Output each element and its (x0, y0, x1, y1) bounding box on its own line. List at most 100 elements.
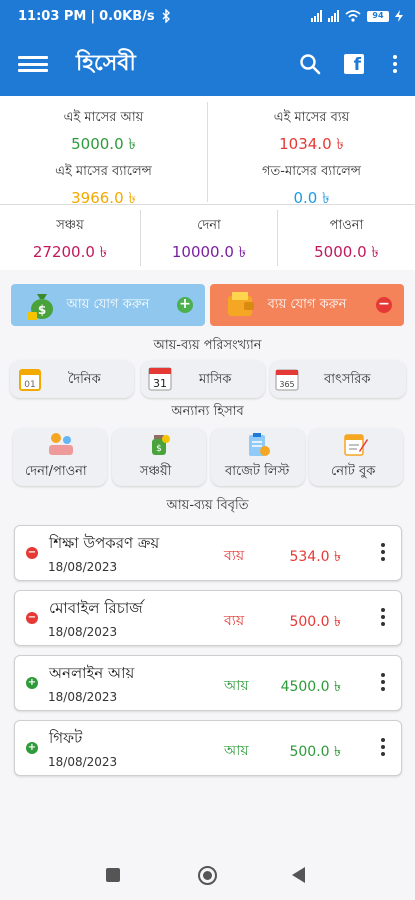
svg-text:$: $ (38, 303, 46, 317)
battery-icon: 94 (367, 10, 389, 22)
debt-button-label: দেনা/পাওনা (25, 464, 87, 479)
stats-title: আয়-ব্যয় পরিসংখ্যান (153, 338, 262, 353)
home-button[interactable] (198, 866, 217, 885)
signal-icon (311, 10, 322, 22)
menu-icon[interactable] (18, 54, 48, 74)
status-speed: 0.0KB/s (99, 8, 155, 24)
transaction-title: গিফট (49, 729, 83, 747)
plus-icon: + (26, 742, 38, 754)
signal-icon (328, 10, 339, 22)
more-vert-icon[interactable] (381, 608, 385, 626)
add-expense-button[interactable]: ব্যয় যোগ করুন − (210, 284, 404, 326)
yearly-label: বাৎসরিক (324, 372, 371, 387)
income-summary: এই মাসের আয় 5000.0 ৳ (0, 108, 207, 158)
transactions-title: আয়-ব্যয় বিবৃতি (166, 498, 249, 513)
minus-icon: − (26, 612, 38, 624)
transaction-date: 18/08/2023 (48, 690, 118, 704)
notebook-button-label: নোট বুক (331, 464, 376, 479)
budget-button[interactable]: বাজেট লিস্ট (211, 428, 305, 486)
debt-summary: দেনা 10000.0 ৳ (141, 216, 277, 266)
recents-button[interactable] (106, 868, 120, 882)
daily-label: দৈনিক (68, 372, 101, 387)
debt-label: দেনা (197, 218, 221, 233)
plus-icon: + (177, 297, 193, 313)
savings-value: 27200.0 ৳ (32, 243, 108, 261)
transaction-card[interactable]: − মোবাইল রিচার্জ 18/08/2023 ব্যয় 500.0 ৳ (14, 590, 402, 646)
monthly-label: মাসিক (199, 372, 232, 387)
home-icon (203, 871, 212, 880)
summary-panel: এই মাসের আয় 5000.0 ৳ এই মাসের ব্যয় 103… (0, 96, 415, 270)
charging-icon (395, 10, 403, 22)
budget-button-label: বাজেট লিস্ট (225, 464, 290, 479)
balance-label: এই মাসের ব্যালেন্স (55, 164, 152, 179)
add-income-label: আয় যোগ করুন (66, 296, 150, 312)
transaction-card[interactable]: + গিফট 18/08/2023 আয় 500.0 ৳ (14, 720, 402, 776)
calendar-day: 01 (24, 380, 35, 390)
prev-balance-value: 0.0 ৳ (293, 189, 330, 207)
add-expense-label: ব্যয় যোগ করুন (267, 296, 347, 312)
facebook-button[interactable]: f (341, 51, 367, 77)
clipboard-icon (249, 433, 270, 456)
other-title: অন্যান্য হিসাব (171, 404, 244, 419)
calendar-icon: 31 (148, 367, 172, 391)
calendar-month-day: 31 (153, 377, 167, 390)
transaction-type: আয় (224, 678, 249, 694)
prev-balance-summary: গত-মাসের ব্যালেন্স 0.0 ৳ (208, 162, 415, 212)
facebook-icon: f (344, 54, 364, 74)
system-nav-bar (0, 850, 415, 900)
handshake-icon (49, 433, 73, 455)
calendar-icon: 365 (275, 369, 299, 391)
notebook-button[interactable]: নোট বুক (309, 428, 403, 486)
calendar-year-day: 365 (279, 380, 294, 389)
add-income-button[interactable]: $ আয় যোগ করুন + (11, 284, 205, 326)
transaction-type: ব্যয় (224, 548, 245, 564)
wallet-icon (228, 292, 254, 316)
status-time: 11:03 PM (18, 8, 87, 24)
yearly-stats-button[interactable]: 365 বাৎসরিক (270, 360, 406, 398)
savings-button[interactable]: $ সঞ্চয়ী (112, 428, 206, 486)
prev-balance-label: গত-মাসের ব্যালেন্স (262, 164, 361, 179)
more-vert-icon[interactable] (381, 543, 385, 561)
transaction-type: ব্যয় (224, 613, 245, 629)
minus-icon: − (376, 297, 392, 313)
debt-value: 10000.0 ৳ (171, 243, 247, 261)
more-options-button[interactable] (385, 51, 405, 77)
transaction-date: 18/08/2023 (48, 625, 118, 639)
app-title: হিসেবী (76, 50, 136, 76)
transaction-card[interactable]: + অনলাইন আয় 18/08/2023 আয় 4500.0 ৳ (14, 655, 402, 711)
plus-icon: + (26, 677, 38, 689)
balance-summary: এই মাসের ব্যালেন্স 3966.0 ৳ (0, 162, 207, 212)
transaction-card[interactable]: − শিক্ষা উপকরণ ক্রয় 18/08/2023 ব্যয় 534.0 … (14, 525, 402, 581)
transaction-amount: 534.0 ৳ (289, 549, 341, 565)
transaction-date: 18/08/2023 (48, 755, 118, 769)
search-button[interactable] (297, 51, 323, 77)
app-bar: হিসেবী f (0, 32, 415, 96)
money-bag-icon: $ (27, 294, 53, 320)
savings-summary: সঞ্চয় 27200.0 ৳ (0, 216, 140, 266)
expense-value: 1034.0 ৳ (279, 135, 344, 153)
income-value: 5000.0 ৳ (71, 135, 136, 153)
income-label: এই মাসের আয় (63, 110, 144, 125)
more-vert-icon[interactable] (381, 673, 385, 691)
savings-button-label: সঞ্চয়ী (140, 464, 172, 479)
transaction-title: শিক্ষা উপকরণ ক্রয় (49, 534, 160, 552)
transaction-type: আয় (224, 743, 249, 759)
transaction-amount: 4500.0 ৳ (280, 679, 341, 695)
receivable-value: 5000.0 ৳ (314, 243, 379, 261)
bluetooth-off-icon (162, 9, 170, 23)
monthly-stats-button[interactable]: 31 মাসিক (141, 360, 265, 398)
savings-jar-icon: $ (152, 435, 170, 455)
more-vert-icon (393, 55, 397, 73)
status-bar: 11:03 PM | 0.0KB/s 94 (0, 0, 415, 32)
debt-button[interactable]: দেনা/পাওনা (13, 428, 107, 486)
transaction-title: অনলাইন আয় (49, 664, 135, 682)
search-icon (300, 54, 321, 75)
svg-text:$: $ (156, 444, 162, 454)
back-button[interactable] (292, 867, 306, 883)
transaction-date: 18/08/2023 (48, 560, 118, 574)
receivable-summary: পাওনা 5000.0 ৳ (278, 216, 415, 266)
more-vert-icon[interactable] (381, 738, 385, 756)
transaction-title: মোবাইল রিচার্জ (49, 599, 143, 617)
daily-stats-button[interactable]: 01 দৈনিক (10, 360, 134, 398)
expense-summary: এই মাসের ব্যয় 1034.0 ৳ (208, 108, 415, 158)
